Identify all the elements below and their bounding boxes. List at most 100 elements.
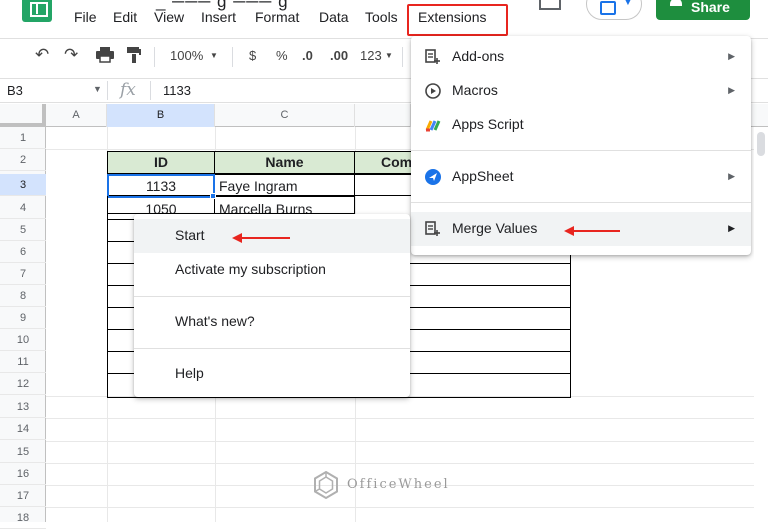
submenu-item-activate-subscription[interactable]: Activate my subscription	[134, 253, 410, 287]
row-header[interactable]: 12	[0, 373, 46, 395]
row-header[interactable]: 5	[0, 219, 46, 241]
fill-handle[interactable]	[210, 193, 216, 199]
menu-item-label: AppSheet	[452, 168, 514, 184]
row-header[interactable]: 11	[0, 351, 46, 373]
decrease-decimal-button[interactable]: .0	[302, 48, 313, 63]
menu-view[interactable]: View	[154, 9, 184, 25]
addons-icon	[425, 49, 441, 65]
row-header[interactable]: 8	[0, 285, 46, 307]
grid-line	[46, 441, 768, 442]
merge-values-submenu: Start Activate my subscription What's ne…	[134, 214, 410, 397]
row-header[interactable]: 13	[0, 396, 46, 418]
zoom-select[interactable]: 100%	[170, 48, 203, 63]
person-icon	[670, 0, 682, 6]
comment-icon[interactable]	[539, 0, 561, 10]
column-header-b[interactable]: B	[107, 104, 215, 127]
submenu-item-start[interactable]: Start	[134, 219, 410, 253]
menu-item-label: Add-ons	[452, 48, 505, 64]
row-header[interactable]: 1	[0, 127, 46, 149]
present-button[interactable]: ▼	[586, 0, 642, 20]
share-button[interactable]: Share	[656, 0, 750, 20]
row-header[interactable]: 10	[0, 329, 46, 351]
submenu-item-label: What's new?	[175, 313, 255, 329]
active-cell-selection	[107, 174, 215, 198]
submenu-item-label: Activate my subscription	[175, 261, 326, 277]
table-border	[107, 241, 134, 242]
submenu-arrow-icon: ▶	[728, 171, 735, 181]
menu-divider	[134, 296, 410, 297]
table-border	[107, 196, 108, 398]
table-cell-name[interactable]: Faye Ingram	[214, 174, 355, 196]
red-annotation-arrow	[232, 233, 290, 243]
submenu-item-help[interactable]: Help	[134, 357, 410, 391]
column-header-c[interactable]: C	[215, 104, 355, 127]
menu-item-addons[interactable]: Add-ons ▶	[411, 40, 751, 74]
menu-insert[interactable]: Insert	[201, 9, 236, 25]
menu-data[interactable]: Data	[319, 9, 349, 25]
column-header-d[interactable]	[355, 104, 411, 127]
vertical-scrollbar[interactable]	[754, 127, 768, 522]
menu-file[interactable]: File	[74, 9, 97, 25]
row-header[interactable]: 7	[0, 263, 46, 285]
submenu-item-whats-new[interactable]: What's new?	[134, 305, 410, 339]
toolbar-divider	[232, 47, 233, 67]
row-header[interactable]: 14	[0, 418, 46, 440]
column-header-a[interactable]: A	[46, 104, 107, 127]
print-icon[interactable]	[96, 47, 114, 66]
percent-button[interactable]: %	[276, 48, 288, 63]
watermark-text: OfficeWheel	[347, 477, 450, 492]
sheets-logo-icon[interactable]	[22, 0, 52, 22]
table-cell-id[interactable]: 1050	[107, 196, 215, 214]
undo-icon[interactable]: ↶	[35, 45, 49, 65]
share-label: Share	[691, 0, 730, 15]
officewheel-logo	[314, 471, 338, 499]
apps-script-icon	[425, 117, 441, 133]
table-header-comment[interactable]: Com	[354, 151, 414, 174]
row-header[interactable]: 17	[0, 485, 46, 507]
menu-tools[interactable]: Tools	[365, 9, 398, 25]
select-all-corner[interactable]	[0, 104, 46, 127]
table-border	[107, 219, 134, 220]
increase-decimal-button[interactable]: .00	[330, 48, 348, 63]
table-cell-name[interactable]: Marcella Burns	[214, 196, 355, 214]
formula-divider	[150, 81, 151, 100]
menu-format[interactable]: Format	[255, 9, 299, 25]
row-header[interactable]: 15	[0, 441, 46, 463]
scrollbar-thumb[interactable]	[757, 132, 765, 156]
row-header[interactable]: 6	[0, 241, 46, 263]
row-header[interactable]: 4	[0, 197, 46, 219]
menu-extensions[interactable]: Extensions	[418, 9, 486, 25]
appsheet-icon	[425, 169, 441, 185]
formula-input[interactable]: 1133	[163, 83, 191, 98]
more-formats-button[interactable]: 123	[360, 48, 382, 63]
merge-values-icon	[425, 221, 441, 237]
menu-item-appsheet[interactable]: AppSheet ▶	[411, 160, 751, 194]
row-header[interactable]: 18	[0, 507, 46, 529]
formula-divider	[107, 81, 108, 100]
chevron-down-icon: ▼	[623, 0, 633, 8]
present-icon	[600, 1, 616, 15]
menu-item-merge-values[interactable]: Merge Values ▶	[411, 212, 751, 246]
currency-button[interactable]: $	[249, 48, 256, 63]
paint-format-icon[interactable]	[127, 47, 141, 66]
name-box-chevron-icon[interactable]: ▼	[93, 84, 102, 94]
watermark: OfficeWheel	[313, 471, 463, 499]
red-annotation-arrow	[564, 226, 620, 236]
row-header[interactable]: 3	[0, 174, 46, 196]
submenu-item-label: Start	[175, 227, 205, 243]
menu-item-label: Merge Values	[452, 220, 538, 236]
menu-item-label: Macros	[452, 82, 498, 98]
menu-edit[interactable]: Edit	[113, 9, 137, 25]
row-header[interactable]: 16	[0, 463, 46, 485]
redo-icon[interactable]: ↷	[64, 45, 78, 65]
row-header[interactable]: 9	[0, 307, 46, 329]
menu-divider	[411, 202, 751, 203]
row-header[interactable]: 2	[0, 149, 46, 171]
submenu-item-label: Help	[175, 365, 204, 381]
table-header-name[interactable]: Name	[214, 151, 355, 174]
name-box[interactable]: B3	[7, 83, 23, 98]
table-header-id[interactable]: ID	[107, 151, 215, 174]
menu-item-apps-script[interactable]: Apps Script	[411, 108, 751, 142]
table-cell-comment[interactable]	[354, 174, 414, 196]
menu-item-macros[interactable]: Macros ▶	[411, 74, 751, 108]
